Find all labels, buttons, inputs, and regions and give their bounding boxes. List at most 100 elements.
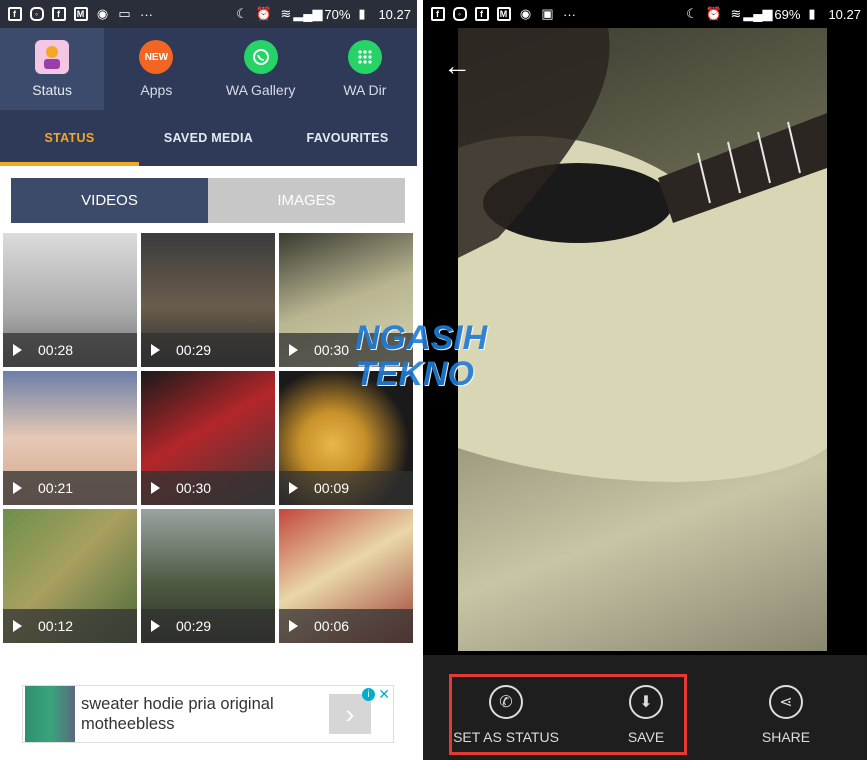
clock: 10.27 [828, 6, 861, 22]
wifi-icon: ≋ [730, 6, 742, 21]
do-not-disturb-icon: ☾ [236, 6, 248, 21]
app-tab-status[interactable]: Status [0, 28, 105, 110]
video-player[interactable] [458, 28, 827, 651]
facebook-icon: f [473, 6, 490, 23]
app-tab-wa-gallery[interactable]: WA Gallery [209, 28, 313, 110]
images-toggle-button[interactable]: IMAGES [208, 178, 405, 223]
status-bar: f ◦ f M ◉ ▭ ··· ☾ ⏰ ≋ ▂▄▆ 70% ▮ 10.27 [0, 0, 417, 28]
share-button[interactable]: ⋖ SHARE [731, 685, 841, 745]
media-type-toggle: VIDEOS IMAGES [11, 178, 405, 223]
facebook-icon: f [50, 6, 67, 23]
messenger-icon: ◉ [96, 6, 109, 21]
video-duration-bar: 00:09 [279, 471, 413, 505]
share-icon: ⋖ [769, 685, 803, 719]
clock: 10.27 [378, 6, 411, 22]
guitar-video-frame [458, 28, 827, 482]
whatsapp-icon [243, 40, 278, 74]
play-icon [289, 344, 298, 356]
play-icon [13, 620, 22, 632]
back-arrow-icon[interactable]: ← [443, 50, 471, 82]
video-duration: 00:29 [176, 618, 212, 634]
facebook-icon: f [6, 6, 23, 23]
video-thumbnail[interactable]: 00:30 [141, 371, 275, 505]
watermark: NGASIH TEKNO [355, 320, 487, 392]
video-thumbnail[interactable]: 00:12 [3, 509, 137, 643]
more-notifications-icon: ··· [563, 6, 576, 22]
action-label: SHARE [761, 729, 811, 745]
status-bar: f ◦ f M ◉ ▣ ··· ☾ ⏰ ≋ ▂▄▆ 69% ▮ 10.27 [423, 0, 867, 28]
video-thumbnail[interactable]: 00:06 [279, 509, 413, 643]
video-duration: 00:12 [38, 618, 74, 634]
video-duration: 00:21 [38, 480, 74, 496]
video-duration: 00:29 [176, 342, 212, 358]
instagram-icon: ◦ [451, 6, 468, 23]
video-duration-bar: 00:29 [141, 333, 275, 367]
app-tab-bar: Status NEW Apps WA Gallery WA Dir [0, 28, 417, 110]
app-header: Status NEW Apps WA Gallery WA Dir STATUS… [0, 28, 417, 166]
video-duration-bar: 00:30 [141, 471, 275, 505]
messenger-icon: ◉ [519, 6, 532, 21]
battery-level: 70% [324, 6, 351, 22]
video-duration: 00:30 [314, 342, 350, 358]
video-thumbnail[interactable]: 00:29 [141, 233, 275, 367]
alarm-icon: ⏰ [255, 6, 273, 21]
battery-level: 69% [774, 6, 801, 22]
video-thumbnail[interactable]: 00:21 [3, 371, 137, 505]
tab-saved-media[interactable]: SAVED MEDIA [139, 110, 278, 166]
play-icon [151, 482, 160, 494]
video-duration-bar: 00:28 [3, 333, 137, 367]
app-tab-label: Status [32, 82, 72, 98]
do-not-disturb-icon: ☾ [686, 6, 698, 21]
dialpad-icon [347, 40, 382, 74]
highlight-box [449, 674, 687, 755]
wifi-icon: ≋ [280, 6, 292, 21]
play-icon [151, 344, 160, 356]
gmail-icon: M [72, 6, 89, 23]
video-duration-bar: 00:06 [279, 609, 413, 643]
play-icon [13, 482, 22, 494]
signal-icon: ▂▄▆ [293, 6, 323, 21]
facebook-icon: f [429, 6, 446, 23]
video-duration: 00:30 [176, 480, 212, 496]
tab-favourites[interactable]: FAVOURITES [278, 110, 417, 166]
more-notifications-icon: ··· [140, 6, 153, 22]
app-tab-label: WA Gallery [225, 82, 296, 98]
close-icon[interactable]: ✕ [378, 686, 390, 703]
status-person-icon [35, 40, 70, 74]
gmail-icon: M [495, 6, 512, 23]
video-grid: 00:28 00:29 00:30 00:21 00:30 00:09 00:1… [3, 233, 414, 643]
instagram-icon: ◦ [28, 6, 45, 23]
ad-image [25, 686, 75, 742]
new-badge-text: NEW [144, 51, 169, 63]
app-tab-wa-dir[interactable]: WA Dir [313, 28, 417, 110]
app-tab-label: WA Dir [343, 82, 387, 98]
video-duration: 00:06 [314, 618, 350, 634]
gallery-icon: ▣ [541, 6, 554, 21]
video-thumbnail[interactable]: 00:28 [3, 233, 137, 367]
ad-text: sweater hodie pria original motheebless [81, 695, 274, 733]
video-thumbnail[interactable]: 00:29 [141, 509, 275, 643]
video-duration-bar: 00:21 [3, 471, 137, 505]
videos-toggle-button[interactable]: VIDEOS [11, 178, 208, 223]
tab-status[interactable]: STATUS [0, 110, 139, 166]
watermark-line: TEKNO [355, 355, 474, 393]
sub-tab-bar: STATUS SAVED MEDIA FAVOURITES [0, 110, 417, 166]
watermark-line: NGASIH [355, 319, 488, 357]
video-duration: 00:09 [314, 480, 350, 496]
signal-icon: ▂▄▆ [743, 6, 773, 21]
battery-icon: ▮ [358, 6, 366, 21]
alarm-icon: ⏰ [705, 6, 723, 21]
video-duration-bar: 00:29 [141, 609, 275, 643]
app-tab-apps[interactable]: NEW Apps [104, 28, 208, 110]
new-badge-icon: NEW [139, 40, 174, 74]
video-duration: 00:28 [38, 342, 74, 358]
play-icon [13, 344, 22, 356]
ad-info-icon[interactable]: i [362, 688, 375, 701]
video-viewer-screen: f ◦ f M ◉ ▣ ··· ☾ ⏰ ≋ ▂▄▆ 69% ▮ 10.27 ← [423, 0, 867, 760]
ad-banner[interactable]: sweater hodie pria original motheebless … [22, 685, 394, 743]
play-icon [151, 620, 160, 632]
laptop-icon: ▭ [118, 6, 131, 21]
app-tab-label: Apps [140, 82, 173, 98]
play-icon [289, 620, 298, 632]
play-icon [289, 482, 298, 494]
